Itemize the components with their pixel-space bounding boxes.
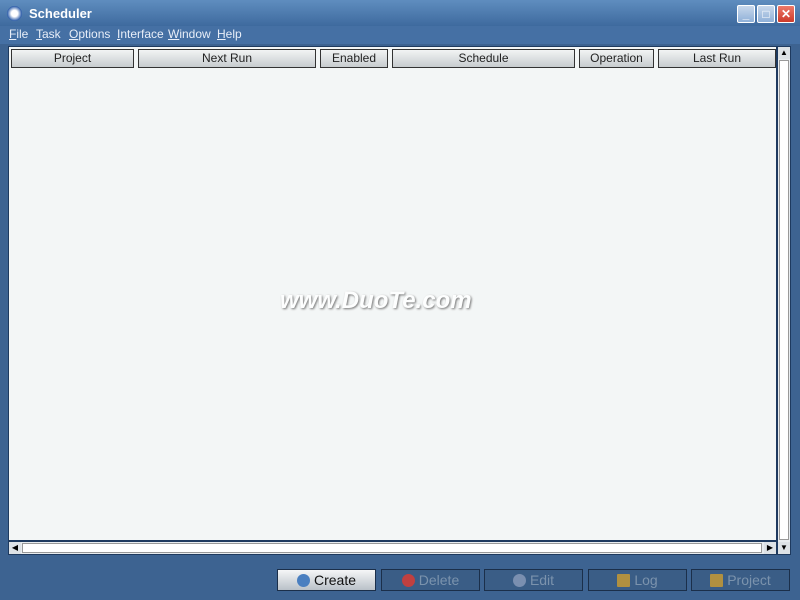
column-header-project[interactable]: Project [11, 49, 134, 68]
column-header-schedule[interactable]: Schedule [392, 49, 575, 68]
window-title: Scheduler [29, 6, 92, 21]
column-header-operation[interactable]: Operation [579, 49, 654, 68]
create-label: Create [313, 572, 357, 588]
delete-button[interactable]: Delete [381, 569, 480, 591]
task-table[interactable]: Project Next Run Enabled Schedule Operat… [8, 46, 777, 541]
menu-interface[interactable]: Interface [117, 27, 164, 41]
create-button[interactable]: Create [277, 569, 376, 591]
scroll-down-icon[interactable]: ▼ [778, 542, 790, 554]
project-icon [710, 573, 724, 587]
column-header-enabled[interactable]: Enabled [320, 49, 388, 68]
column-header-last-run[interactable]: Last Run [658, 49, 776, 68]
close-icon[interactable]: ✕ [777, 5, 795, 23]
menu-bar: File Task Options Interface Window Help [0, 26, 800, 44]
log-label: Log [634, 572, 658, 588]
edit-label: Edit [529, 572, 555, 588]
menu-window[interactable]: Window [168, 27, 211, 41]
column-header-next-run[interactable]: Next Run [138, 49, 316, 68]
menu-help[interactable]: Help [217, 27, 242, 41]
log-button[interactable]: Log [588, 569, 687, 591]
project-button[interactable]: Project [691, 569, 790, 591]
scroll-up-icon[interactable]: ▲ [778, 47, 790, 59]
minimize-icon[interactable]: _ [737, 5, 755, 23]
scroll-right-icon[interactable]: ▶ [764, 542, 776, 554]
maximize-icon[interactable]: □ [757, 5, 775, 23]
app-icon [7, 6, 22, 21]
scroll-left-icon[interactable]: ◀ [9, 542, 21, 554]
horizontal-scrollbar[interactable]: ◀ ▶ [8, 541, 777, 555]
horizontal-scroll-thumb[interactable] [22, 543, 762, 553]
delete-icon [401, 573, 415, 587]
delete-label: Delete [418, 572, 460, 588]
edit-icon [512, 573, 526, 587]
project-label: Project [727, 572, 771, 588]
log-icon [617, 573, 631, 587]
menu-options[interactable]: Options [69, 27, 110, 41]
menu-file[interactable]: File [9, 27, 28, 41]
vertical-scroll-thumb[interactable] [779, 60, 789, 540]
menu-task[interactable]: Task [36, 27, 61, 41]
title-bar[interactable]: Scheduler _ □ ✕ [0, 0, 800, 26]
alarm-clock-icon [296, 573, 310, 587]
edit-button[interactable]: Edit [484, 569, 583, 591]
vertical-scrollbar[interactable]: ▲ ▼ [777, 46, 791, 555]
